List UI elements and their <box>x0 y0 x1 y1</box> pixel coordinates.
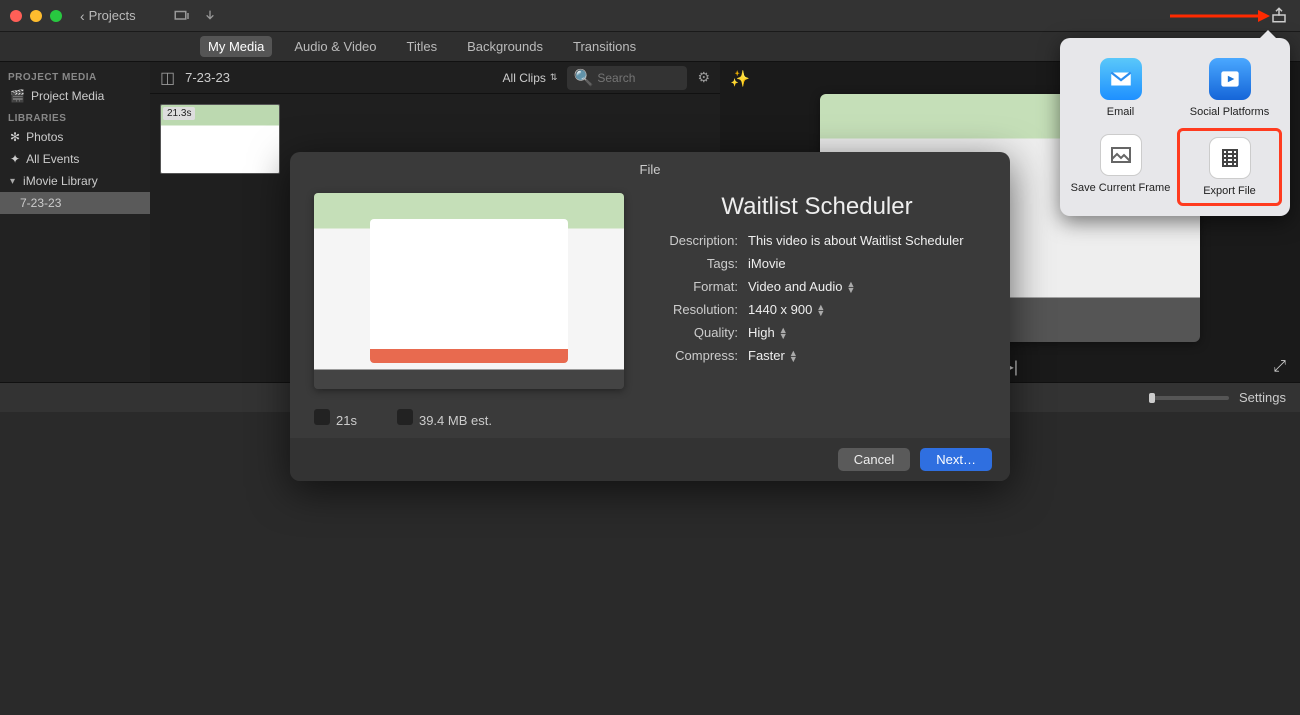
tags-value[interactable]: iMovie <box>748 256 786 271</box>
image-icon <box>1100 134 1142 176</box>
description-label: Description: <box>648 233 738 248</box>
mail-icon <box>1100 58 1142 100</box>
sidebar-toggle-icon[interactable]: ◫ <box>160 68 175 88</box>
sidebar-item-event-date[interactable]: 7-23-23 <box>0 192 150 214</box>
zoom-window-button[interactable] <box>50 10 62 22</box>
clip-duration-badge: 21.3s <box>163 107 195 120</box>
resolution-value: 1440 x 900 <box>748 302 812 317</box>
browser-title: 7-23-23 <box>185 70 230 85</box>
share-option-save-frame[interactable]: Save Current Frame <box>1068 128 1173 206</box>
disclosure-triangle-icon[interactable]: ▾ <box>10 176 15 187</box>
export-filesize: 39.4 MB est. <box>397 409 492 428</box>
updown-icon: ⇅ <box>550 72 558 83</box>
share-option-label: Export File <box>1203 185 1256 197</box>
sidebar-item-label: Project Media <box>31 89 104 103</box>
annotation-arrow-icon <box>1170 10 1270 22</box>
share-option-label: Email <box>1107 106 1135 118</box>
social-icon <box>1209 58 1251 100</box>
flower-icon: ✻ <box>10 130 20 144</box>
tab-audio-video[interactable]: Audio & Video <box>286 36 384 57</box>
chevron-left-icon: ‹ <box>80 8 85 24</box>
clock-icon <box>314 409 330 425</box>
format-dropdown[interactable]: Video and Audio ▲▼ <box>748 279 855 294</box>
sidebar-header-project-media: PROJECT MEDIA <box>0 66 150 85</box>
next-button[interactable]: Next… <box>920 448 992 471</box>
minimize-window-button[interactable] <box>30 10 42 22</box>
share-button[interactable] <box>1270 6 1290 26</box>
filter-label: All Clips <box>503 71 546 85</box>
sidebar-item-label: Photos <box>26 130 63 144</box>
timeline-settings-button[interactable]: Settings <box>1239 390 1286 405</box>
gear-icon[interactable]: ⚙ <box>697 69 710 86</box>
share-option-email[interactable]: Email <box>1068 52 1173 124</box>
updown-icon: ▲▼ <box>779 327 788 339</box>
compress-label: Compress: <box>648 348 738 363</box>
compress-dropdown[interactable]: Faster ▲▼ <box>748 348 798 363</box>
clapperboard-icon: 🎬 <box>10 89 25 103</box>
quality-dropdown[interactable]: High ▲▼ <box>748 325 788 340</box>
tags-label: Tags: <box>648 256 738 271</box>
dialog-title: File <box>290 152 1010 183</box>
window-controls <box>10 10 62 22</box>
format-value: Video and Audio <box>748 279 842 294</box>
resolution-label: Resolution: <box>648 302 738 317</box>
quality-label: Quality: <box>648 325 738 340</box>
search-input[interactable] <box>597 71 677 85</box>
zoom-slider[interactable] <box>1149 396 1229 400</box>
import-icon[interactable] <box>172 6 192 26</box>
sidebar-item-imovie-library[interactable]: ▾ iMovie Library <box>0 170 150 192</box>
star-icon: ✦ <box>10 152 20 166</box>
film-icon <box>1209 137 1251 179</box>
projects-label: Projects <box>89 8 136 23</box>
export-preview-thumbnail <box>314 193 624 389</box>
search-field[interactable]: 🔍 <box>567 66 687 90</box>
description-value[interactable]: This video is about Waitlist Scheduler <box>748 233 964 248</box>
search-icon: 🔍 <box>573 68 593 88</box>
format-label: Format: <box>648 279 738 294</box>
updown-icon: ▲▼ <box>789 350 798 362</box>
sidebar-item-project-media[interactable]: 🎬 Project Media <box>0 85 150 107</box>
updown-icon: ▲▼ <box>846 281 855 293</box>
export-duration: 21s <box>314 409 357 428</box>
cancel-button[interactable]: Cancel <box>838 448 910 471</box>
clip-thumbnail[interactable]: 21.3s <box>160 104 280 174</box>
share-option-social[interactable]: Social Platforms <box>1177 52 1282 124</box>
share-option-label: Social Platforms <box>1190 106 1269 118</box>
quality-value: High <box>748 325 775 340</box>
sidebar-header-libraries: LIBRARIES <box>0 107 150 126</box>
resolution-dropdown[interactable]: 1440 x 900 ▲▼ <box>748 302 825 317</box>
share-option-label: Save Current Frame <box>1071 182 1171 194</box>
sidebar-item-label: iMovie Library <box>23 174 98 188</box>
close-window-button[interactable] <box>10 10 22 22</box>
share-option-export-file[interactable]: Export File <box>1177 128 1282 206</box>
sidebar-item-all-events[interactable]: ✦ All Events <box>0 148 150 170</box>
left-sidebar: PROJECT MEDIA 🎬 Project Media LIBRARIES … <box>0 62 150 382</box>
tab-titles[interactable]: Titles <box>399 36 446 57</box>
updown-icon: ▲▼ <box>816 304 825 316</box>
tab-transitions[interactable]: Transitions <box>565 36 644 57</box>
tab-my-media[interactable]: My Media <box>200 36 272 57</box>
titlebar: ‹ Projects <box>0 0 1300 32</box>
back-to-projects-button[interactable]: ‹ Projects <box>80 8 136 24</box>
export-file-dialog: File Waitlist Scheduler Description: Thi… <box>290 152 1010 481</box>
file-icon <box>397 409 413 425</box>
export-name[interactable]: Waitlist Scheduler <box>648 193 986 221</box>
sidebar-item-photos[interactable]: ✻ Photos <box>0 126 150 148</box>
clips-filter-dropdown[interactable]: All Clips ⇅ <box>503 71 558 85</box>
share-popover: Email Social Platforms Save Current Fram… <box>1060 38 1290 216</box>
sidebar-item-label: All Events <box>26 152 79 166</box>
fullscreen-icon[interactable]: ⤢ <box>1273 358 1286 376</box>
compress-value: Faster <box>748 348 785 363</box>
tab-backgrounds[interactable]: Backgrounds <box>459 36 551 57</box>
download-icon[interactable] <box>200 6 220 26</box>
sidebar-item-label: 7-23-23 <box>20 196 61 210</box>
zoom-slider-thumb[interactable] <box>1149 393 1155 403</box>
magic-wand-icon[interactable]: ✨ <box>730 69 748 87</box>
